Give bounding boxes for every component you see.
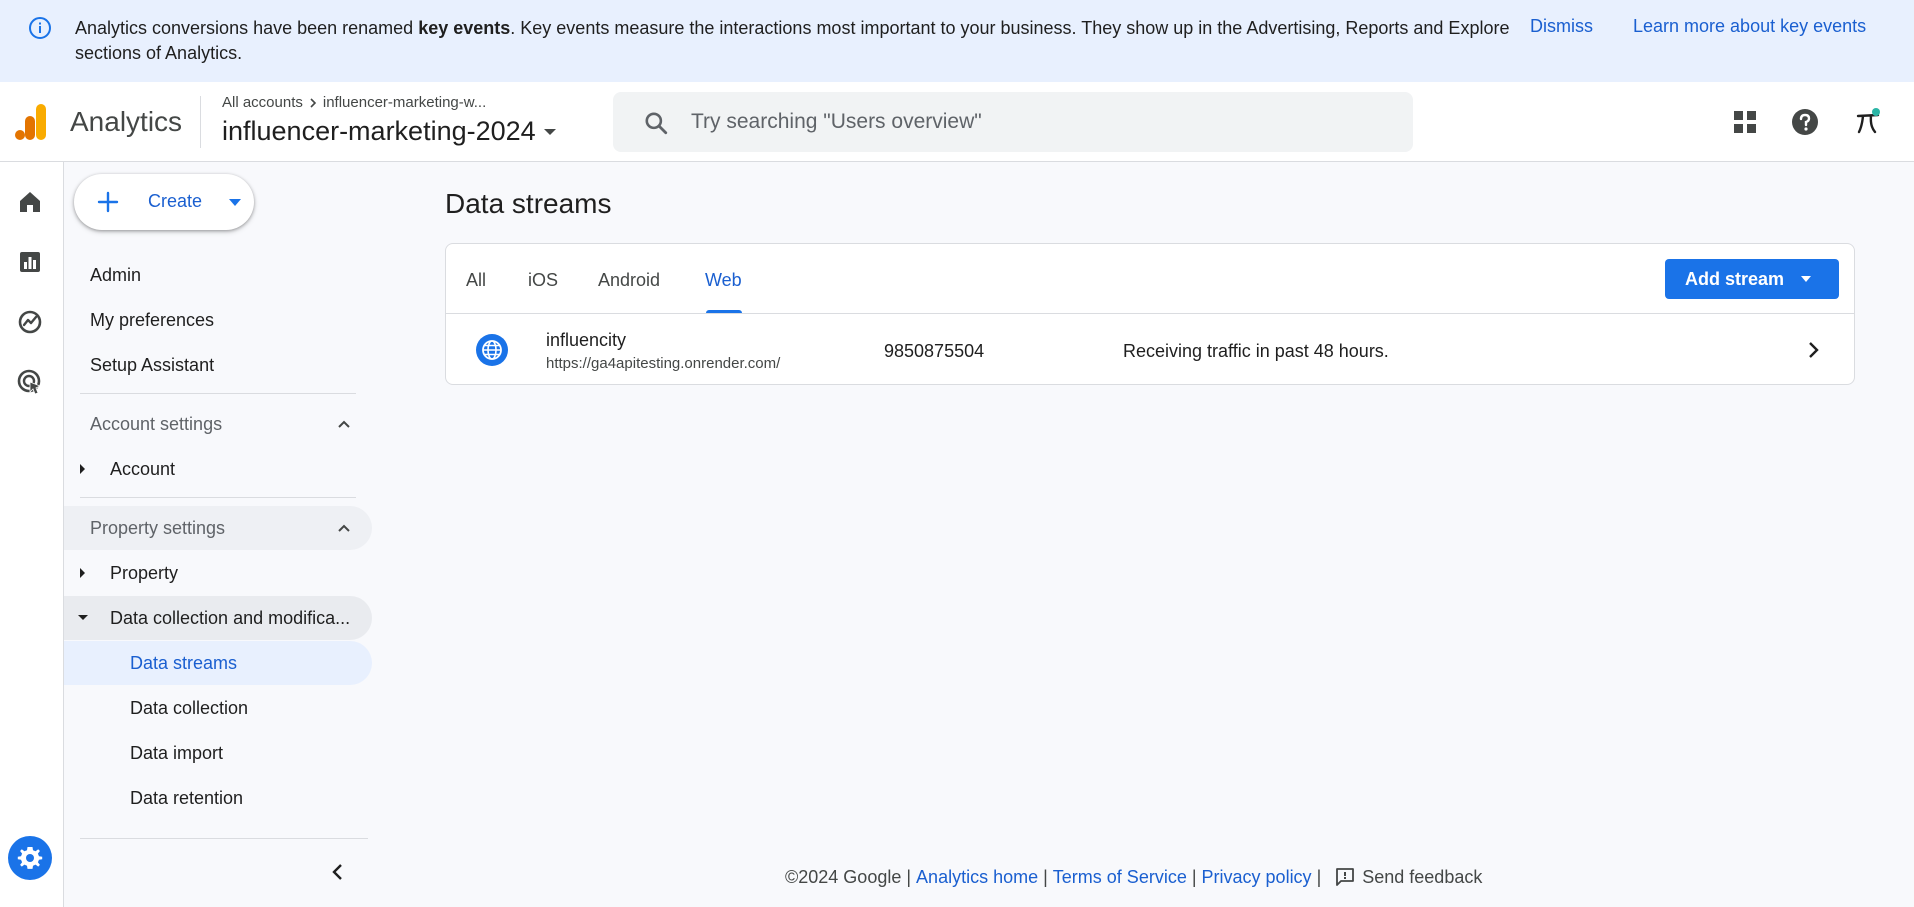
property-name: influencer-marketing-2024: [222, 116, 536, 146]
tab-all[interactable]: All: [466, 270, 486, 291]
search-input[interactable]: [691, 106, 1371, 138]
breadcrumb-all-accounts[interactable]: All accounts: [222, 94, 303, 111]
info-icon: [29, 17, 51, 39]
globe-icon: [482, 340, 502, 360]
footer-separator: |: [906, 866, 912, 887]
chevron-right-icon[interactable]: [1801, 338, 1825, 362]
send-feedback-label: Send feedback: [1362, 866, 1483, 887]
nav-admin[interactable]: Admin: [90, 265, 141, 286]
banner-message-prefix: Analytics conversions have been renamed: [75, 18, 419, 38]
stream-name: influencity: [546, 330, 627, 350]
analytics-logo-icon[interactable]: [14, 102, 48, 142]
page-title: Data streams: [445, 188, 612, 219]
caret-down-icon: [229, 199, 241, 206]
caret-down-icon: [1801, 276, 1811, 282]
sidebar-item-data-import[interactable]: Data import: [64, 731, 372, 775]
terms-link[interactable]: Terms of Service: [1053, 867, 1187, 888]
sidebar-item-data-collection[interactable]: Data collection: [64, 686, 372, 730]
nav-divider: [80, 393, 356, 394]
admin-button[interactable]: [8, 836, 52, 880]
plus-icon: [97, 191, 119, 213]
create-label: Create: [148, 191, 203, 211]
breadcrumb-account[interactable]: influencer-marketing-w...: [323, 94, 486, 111]
tab-ios[interactable]: iOS: [528, 270, 558, 291]
account-avatar[interactable]: [1850, 104, 1886, 140]
data-streams-card: All iOS Android Web Add stream influenci…: [445, 243, 1855, 385]
sidebar-item-data-streams[interactable]: Data streams: [64, 641, 372, 685]
tree-item-property[interactable]: Property: [64, 551, 372, 595]
admin-side-nav: Create Admin My preferences Setup Assist…: [64, 162, 374, 907]
create-button[interactable]: Create: [74, 174, 254, 230]
explore-icon[interactable]: [16, 308, 44, 336]
stream-url: https://ga4apitesting.onrender.com/: [546, 355, 781, 372]
sidebar-item-label: Data import: [130, 743, 224, 763]
chevron-up-icon: [338, 420, 350, 428]
stream-id: 9850875504: [884, 341, 985, 361]
learn-more-link[interactable]: Learn more about key events: [1633, 16, 1866, 37]
footer-separator: |: [1316, 866, 1322, 887]
property-selector[interactable]: influencer-marketing-2024: [222, 116, 556, 147]
navigation-rail: [0, 162, 64, 907]
nav-divider: [80, 497, 356, 498]
search-icon: [645, 112, 668, 135]
property-settings-label: Property settings: [90, 518, 226, 538]
send-feedback-button[interactable]: Send feedback: [1334, 866, 1482, 888]
nav-divider: [80, 838, 368, 839]
tree-item-account[interactable]: Account: [64, 447, 372, 491]
chevron-right-icon: [310, 97, 317, 108]
account-settings-header[interactable]: Account settings: [64, 402, 372, 446]
breadcrumb[interactable]: All accounts influencer-marketing-w...: [222, 94, 486, 111]
footer-separator: |: [1191, 866, 1197, 887]
dismiss-button[interactable]: Dismiss: [1530, 16, 1593, 37]
tab-android[interactable]: Android: [598, 270, 660, 291]
apps-grid-icon[interactable]: [1730, 107, 1760, 137]
banner-message: Analytics conversions have been renamed …: [75, 16, 1515, 66]
sidebar-item-label: Data collection: [130, 698, 249, 718]
key-events-banner: Analytics conversions have been renamed …: [0, 0, 1914, 82]
stream-status: Receiving traffic in past 48 hours.: [1123, 341, 1389, 361]
nav-my-preferences[interactable]: My preferences: [90, 310, 214, 331]
platform-tabs: All iOS Android Web Add stream: [446, 244, 1854, 314]
caret-down-icon: [543, 128, 556, 135]
header-divider: [200, 96, 201, 148]
add-stream-label: Add stream: [1685, 269, 1785, 289]
reports-icon[interactable]: [16, 248, 44, 276]
copyright-text: ©2024 Google: [785, 866, 902, 887]
home-icon[interactable]: [16, 188, 44, 216]
property-settings-header[interactable]: Property settings: [64, 506, 372, 550]
chevron-up-icon: [338, 524, 350, 532]
advertising-icon[interactable]: [16, 368, 44, 396]
analytics-home-link[interactable]: Analytics home: [916, 867, 1038, 888]
sidebar-item-label: Data retention: [130, 788, 244, 808]
collapse-arrow-icon: [78, 615, 88, 620]
tree-item-data-collection-modification[interactable]: Data collection and modifica...: [64, 596, 372, 640]
search-bar[interactable]: [613, 92, 1413, 152]
active-tab-indicator: [706, 310, 742, 313]
footer-separator: |: [1043, 866, 1048, 887]
data-collection-modification-label: Data collection and modifica...: [110, 608, 351, 628]
account-settings-label: Account settings: [90, 414, 223, 434]
page-footer: ©2024 Google | Analytics home | Terms of…: [785, 866, 1482, 888]
tab-web[interactable]: Web: [705, 270, 742, 291]
gear-icon: [17, 847, 43, 869]
feedback-icon: [1336, 868, 1355, 886]
account-label: Account: [110, 459, 176, 479]
add-stream-button[interactable]: Add stream: [1665, 259, 1839, 299]
top-app-bar: Analytics All accounts influencer-market…: [0, 82, 1914, 162]
nav-setup-assistant[interactable]: Setup Assistant: [90, 355, 214, 376]
web-globe-icon: [476, 334, 508, 366]
privacy-link[interactable]: Privacy policy: [1202, 867, 1312, 888]
expand-arrow-icon: [80, 568, 85, 578]
banner-message-bold: key events: [418, 18, 511, 38]
sidebar-item-data-retention[interactable]: Data retention: [64, 776, 372, 820]
table-row[interactable]: influencity https://ga4apitesting.onrend…: [446, 314, 1854, 384]
sidebar-item-label: Data streams: [130, 653, 238, 673]
expand-arrow-icon: [80, 464, 85, 474]
property-label: Property: [110, 563, 179, 583]
app-name: Analytics: [70, 106, 183, 137]
collapse-nav-icon[interactable]: [326, 860, 350, 884]
help-icon[interactable]: [1790, 107, 1820, 137]
